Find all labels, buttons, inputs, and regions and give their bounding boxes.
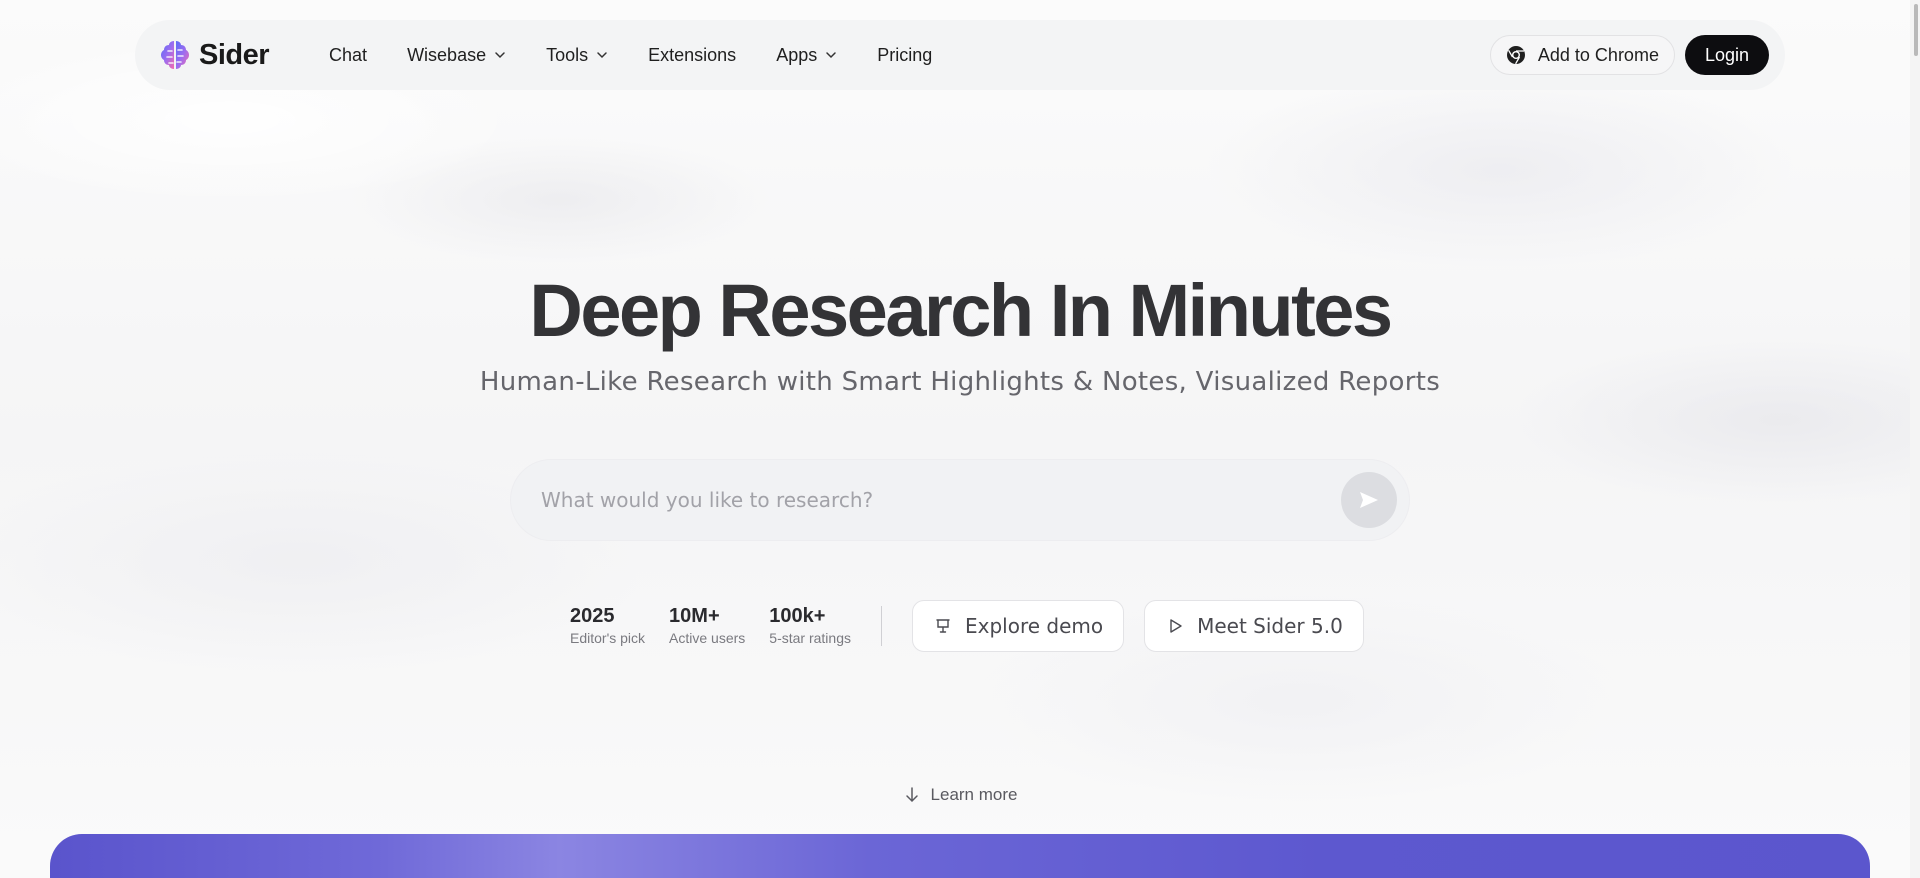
nav-actions: Add to Chrome Login [1489,35,1769,75]
nav-links: Chat Wisebase Tools Extensions Apps Pric… [309,45,952,66]
nav-item-label: Tools [546,44,589,65]
chevron-down-icon [495,52,505,59]
research-input[interactable] [541,488,1341,512]
meet-sider-label: Meet Sider 5.0 [1197,614,1343,638]
nav-item-label: Apps [776,44,818,65]
explore-demo-label: Explore demo [964,614,1104,638]
stat-value: 2025 [570,605,615,627]
chrome-icon [1506,46,1525,65]
send-icon [1360,492,1378,508]
stats-divider [880,606,882,646]
hero-subtitle: Human-Like Research with Smart Highlight… [479,367,1441,397]
nav-item-label: Chat [329,44,368,65]
stat-label: Editor's pick [570,630,646,646]
feature-banner [50,834,1870,878]
stats-row: 2025 Editor's pick 10M+ Active users 100… [570,600,1384,652]
stat-label: Active users [669,630,746,646]
research-search-box [510,459,1410,541]
nav-item-label: Wisebase [407,44,487,65]
arrow-down-icon [905,787,918,803]
nav-item-label: Extensions [648,44,737,65]
brain-icon [161,41,189,69]
brand-logo[interactable]: Sider [157,37,270,73]
nav-item-chat[interactable]: Chat [309,45,387,66]
add-to-chrome-label: Add to Chrome [1537,44,1659,65]
login-button[interactable]: Login [1684,35,1769,75]
nav-item-pricing[interactable]: Pricing [857,45,952,66]
chevron-down-icon [597,52,607,59]
brand-name: Sider [199,38,270,71]
nav-item-extensions[interactable]: Extensions [628,45,756,66]
stat-value: 10M+ [669,605,720,627]
stat-value: 100k+ [769,605,826,627]
nav-item-wisebase[interactable]: Wisebase [387,45,526,66]
top-nav: Sider Chat Wisebase Tools Extensions App… [135,20,1785,90]
add-to-chrome-button[interactable]: Add to Chrome [1489,35,1675,75]
chevron-down-icon [826,52,836,59]
scrollbar-thumb[interactable] [1914,4,1918,56]
send-button[interactable] [1341,472,1397,528]
meet-sider-button[interactable]: Meet Sider 5.0 [1144,600,1364,652]
nav-item-apps[interactable]: Apps [756,45,857,66]
login-label: Login [1704,44,1749,65]
stat-label: 5-star ratings [769,630,851,646]
learn-more-link[interactable]: Learn more [0,785,1920,805]
stat-editors-pick: 2025 Editor's pick [570,604,645,648]
hero-title: Deep Research In Minutes [529,269,1393,352]
explore-demo-button[interactable]: Explore demo [911,600,1125,652]
background-pattern [0,0,1920,878]
nav-item-label: Pricing [877,44,933,65]
play-icon [1170,619,1182,633]
presentation-icon [936,619,950,633]
nav-item-tools[interactable]: Tools [526,45,628,66]
learn-more-label: Learn more [930,785,1018,804]
scrollbar[interactable] [1910,0,1920,878]
stat-active-users: 10M+ Active users [669,604,745,648]
stat-ratings: 100k+ 5-star ratings [769,604,851,648]
